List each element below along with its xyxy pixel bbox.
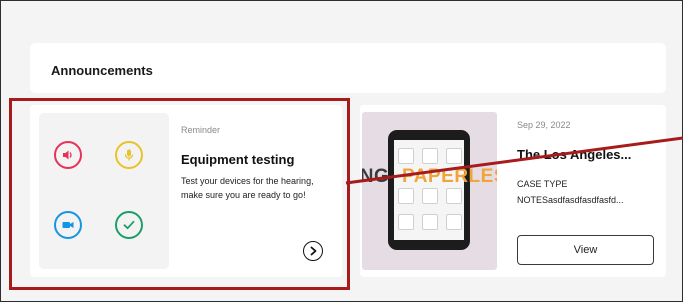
tablet-image <box>388 130 470 250</box>
app-tile <box>398 148 414 164</box>
announcements-title: Announcements <box>51 63 153 78</box>
reminder-body: Test your devices for the hearing, make … <box>181 176 314 200</box>
case-notes: NOTESasdfasdfasdfasfd... <box>517 195 624 205</box>
case-date: Sep 29, 2022 <box>517 120 571 130</box>
app-tile <box>422 188 438 204</box>
app-tile <box>422 148 438 164</box>
case-type-label: CASE TYPE <box>517 179 568 189</box>
check-icon <box>115 211 143 239</box>
video-camera-icon <box>54 211 82 239</box>
microphone-icon <box>115 141 143 169</box>
case-thumbnail: ING PAPERLESS <box>362 112 497 270</box>
case-card[interactable]: ING PAPERLESS Sep 29, 2022 The Los Angel… <box>360 105 666 277</box>
device-icons-panel <box>39 113 169 269</box>
thumbnail-banner-text: ING <box>362 166 390 187</box>
app-tile <box>446 214 462 230</box>
app-tile <box>446 188 462 204</box>
next-arrow-button[interactable] <box>303 241 323 261</box>
chevron-right-icon <box>310 246 317 256</box>
app-frame: Announcements Reminder Equipment testing… <box>0 0 683 302</box>
case-title: The Los Angeles... <box>517 147 632 162</box>
app-tile <box>446 148 462 164</box>
app-tile <box>398 214 414 230</box>
view-button[interactable]: View <box>517 235 654 265</box>
thumbnail-banner-highlight: PAPERLESS <box>402 166 497 187</box>
speaker-icon <box>54 141 82 169</box>
reminder-card[interactable]: Reminder Equipment testing Test your dev… <box>30 105 342 277</box>
app-tile <box>398 188 414 204</box>
announcements-header: Announcements <box>30 43 666 93</box>
reminder-title: Equipment testing <box>181 152 295 167</box>
app-tile <box>422 214 438 230</box>
reminder-type-label: Reminder <box>181 125 221 135</box>
